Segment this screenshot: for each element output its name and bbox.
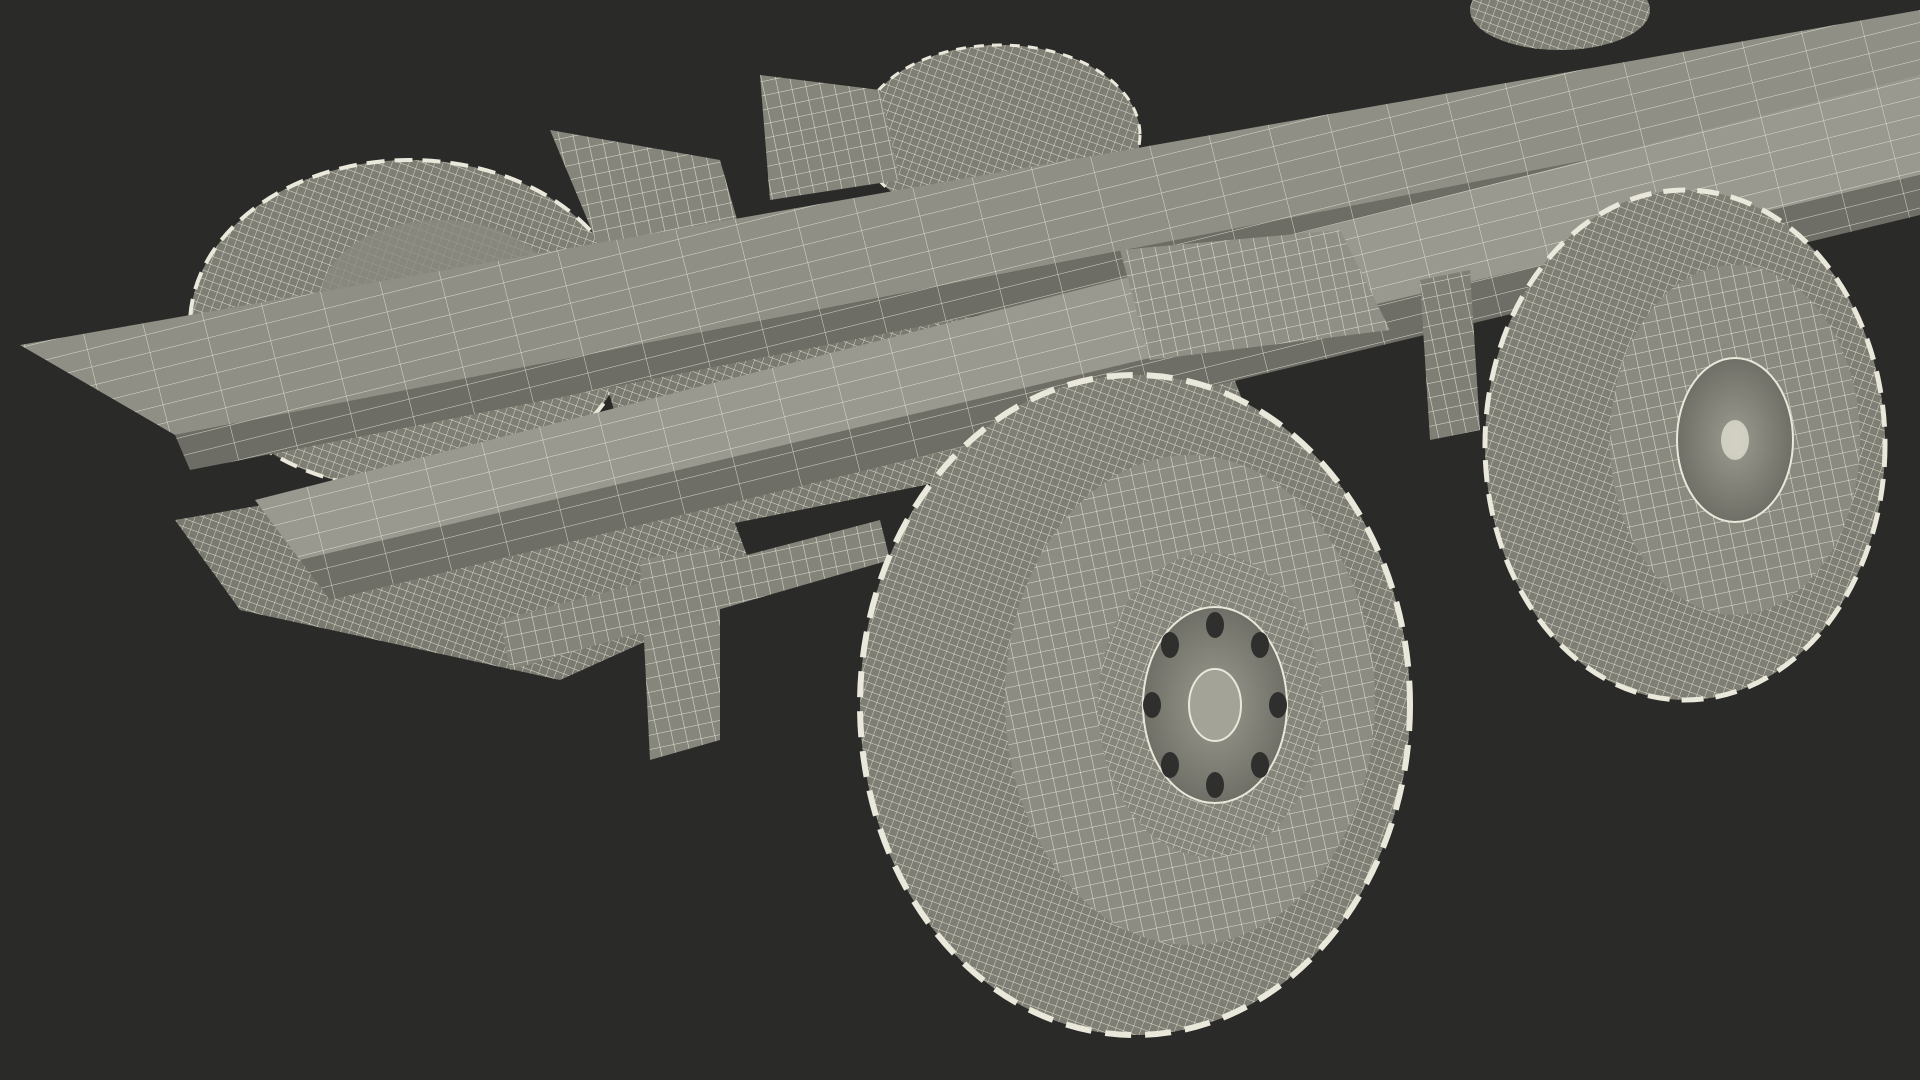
wireframe-chassis-render bbox=[0, 0, 1920, 1080]
wheel-front-right bbox=[857, 372, 1413, 1038]
wheel-rear-right bbox=[1482, 187, 1888, 703]
hub-rear-right bbox=[1676, 357, 1794, 523]
hub-front-right bbox=[1142, 606, 1288, 804]
